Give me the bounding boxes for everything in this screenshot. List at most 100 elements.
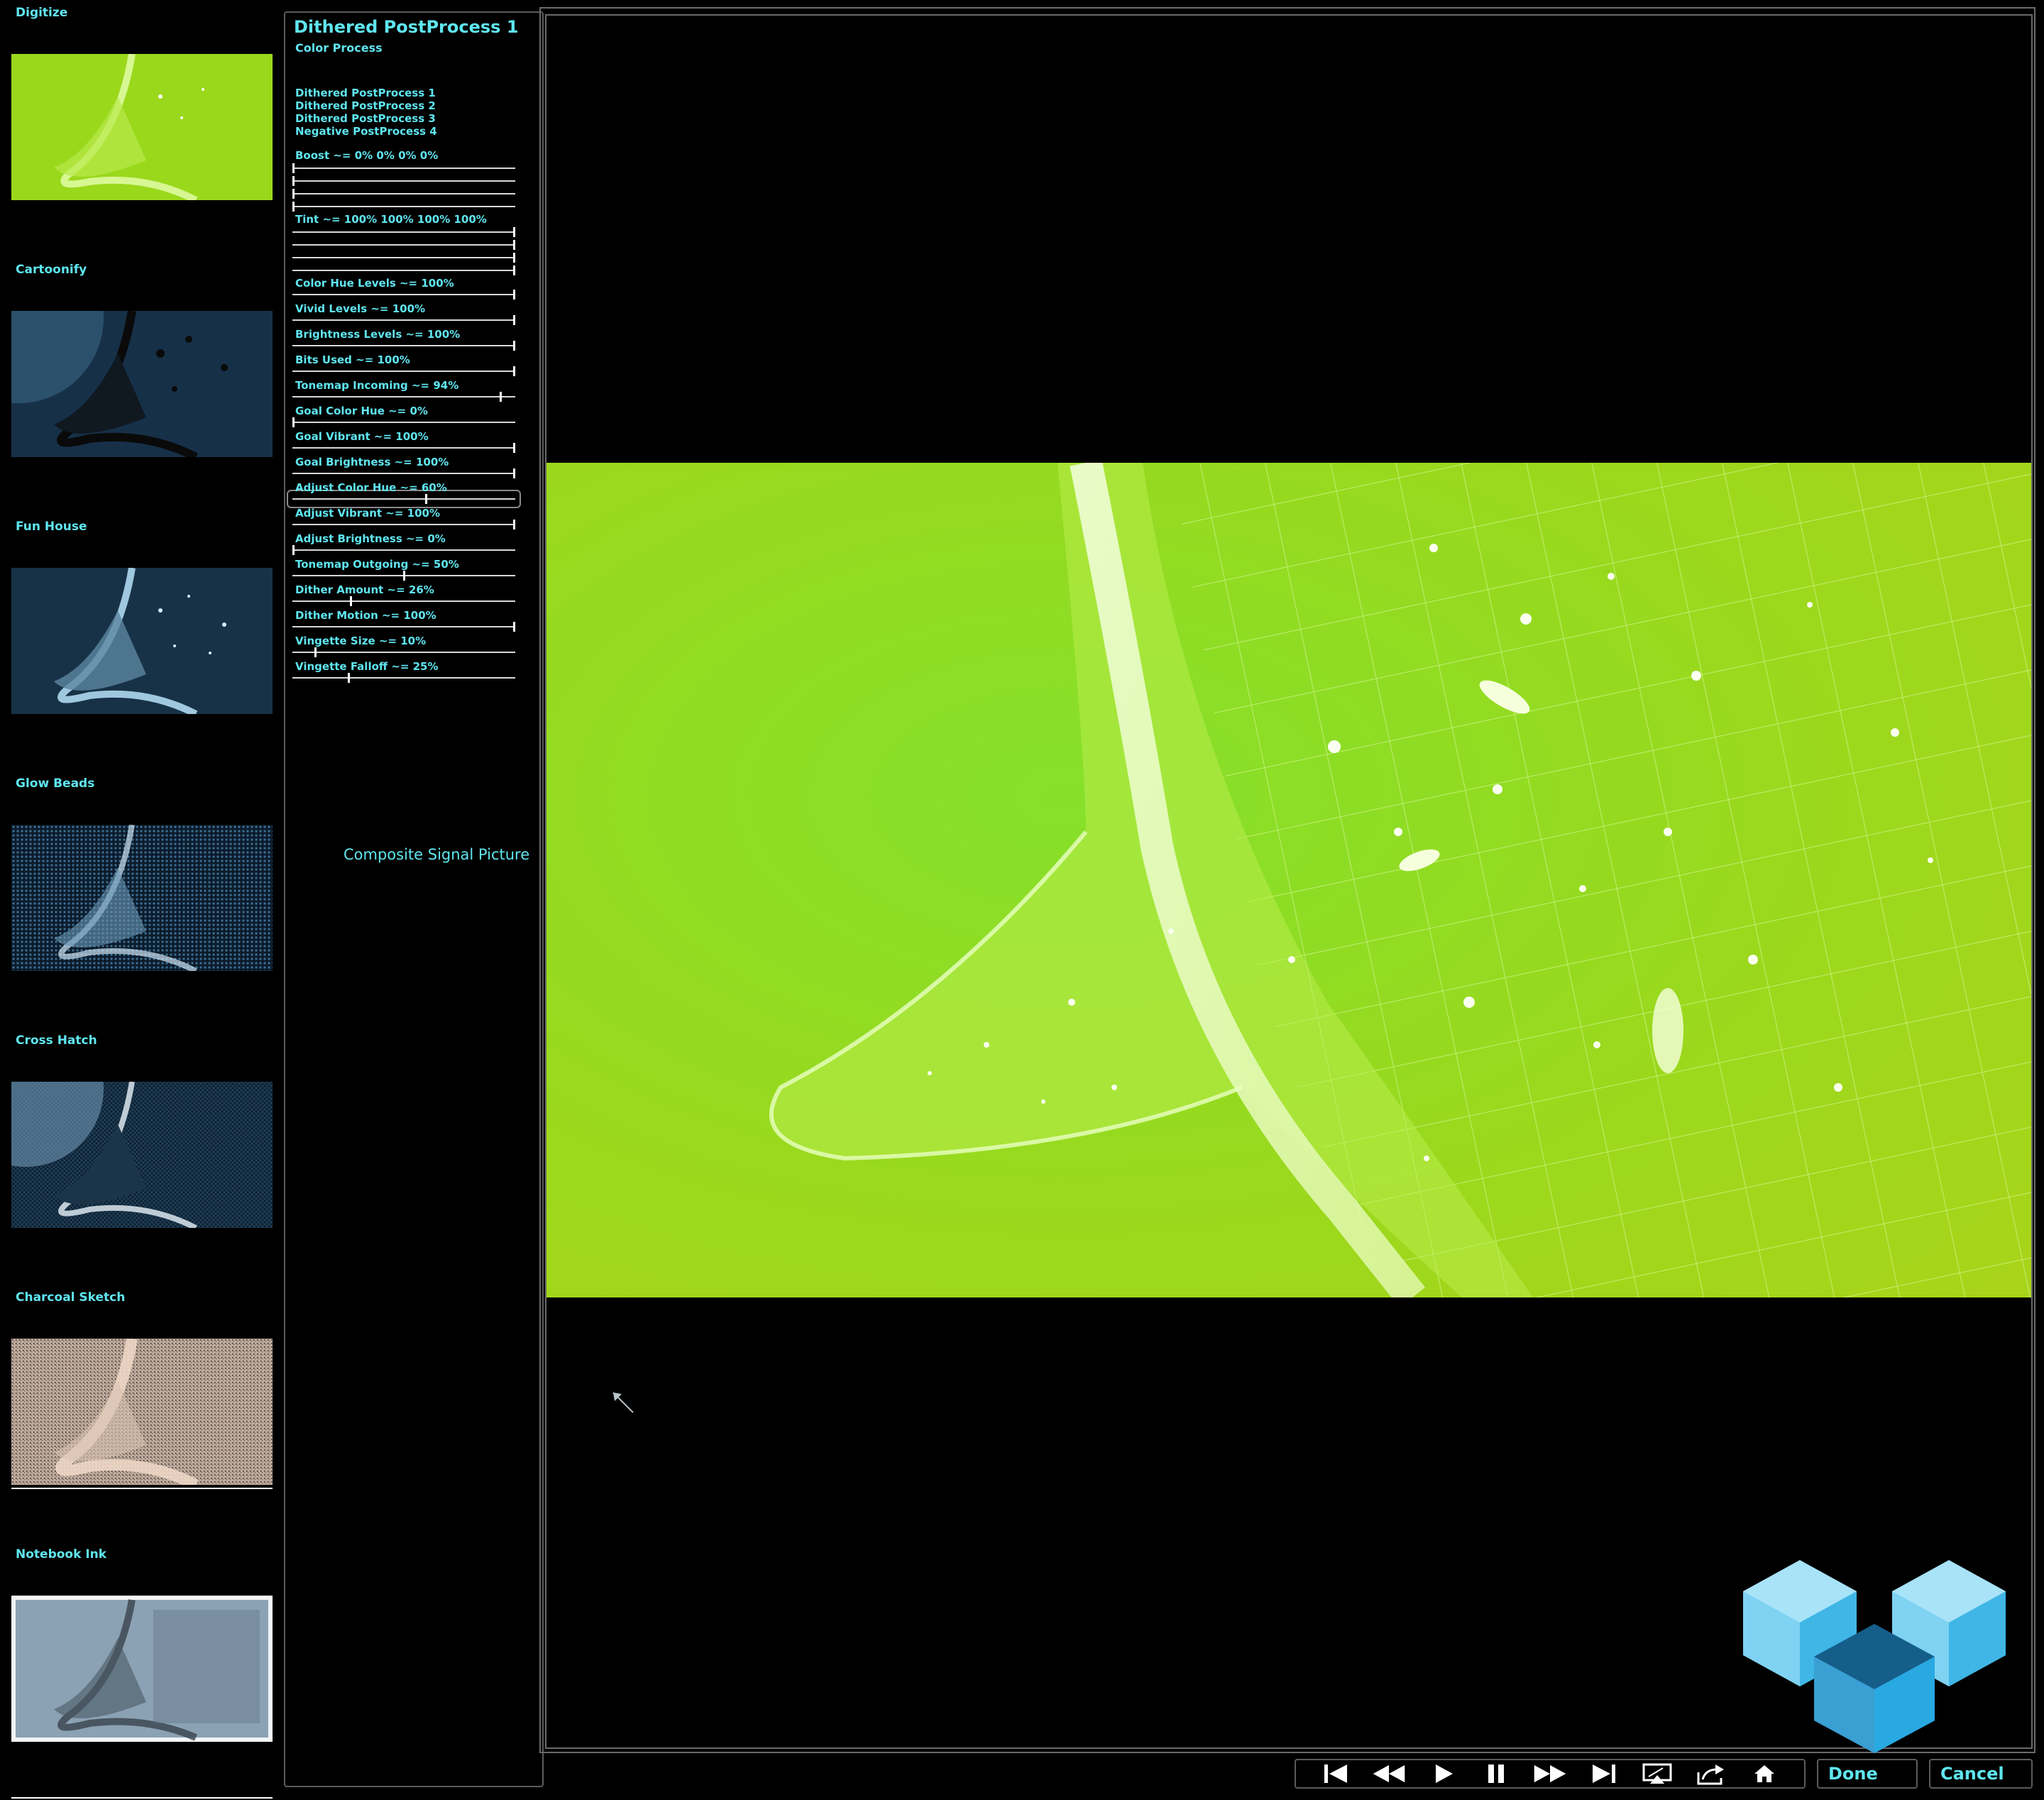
thumb-glow-beads[interactable]: [11, 825, 273, 971]
thumb-cross-hatch[interactable]: [11, 1082, 273, 1228]
boost-slider[interactable]: [292, 202, 515, 212]
preset-item[interactable]: Negative PostProcess 4: [295, 125, 437, 138]
value-slider[interactable]: [292, 494, 515, 504]
slider-label: Dither Amount ~= 26%: [295, 583, 434, 596]
slider-knob[interactable]: [348, 673, 350, 683]
value-slider[interactable]: [292, 520, 515, 529]
thumb-separator: [11, 1797, 273, 1799]
thumb-label-cartoonify: Cartoonify: [16, 263, 87, 277]
slider-knob[interactable]: [513, 520, 515, 529]
rewind-icon[interactable]: [1370, 1761, 1407, 1787]
slider-knob[interactable]: [513, 315, 515, 325]
boost-slider[interactable]: [292, 189, 515, 199]
thumb-label-cross-hatch: Cross Hatch: [16, 1033, 97, 1048]
composite-signal-label: Composite Signal Picture: [344, 846, 530, 863]
tint-slider[interactable]: [292, 227, 515, 237]
slider-label: Tonemap Incoming ~= 94%: [295, 379, 459, 392]
skip-end-icon[interactable]: [1586, 1761, 1622, 1787]
boost-slider[interactable]: [292, 176, 515, 186]
slider-knob[interactable]: [292, 417, 295, 427]
tint-slider[interactable]: [292, 240, 515, 250]
slider-label: Tonemap Outgoing ~= 50%: [295, 558, 459, 571]
share-icon[interactable]: [1693, 1761, 1730, 1787]
slider-label: Adjust Vibrant ~= 100%: [295, 507, 441, 520]
value-slider[interactable]: [292, 392, 515, 402]
slider-knob[interactable]: [314, 647, 317, 657]
slider-knob[interactable]: [292, 176, 295, 186]
slider-knob[interactable]: [292, 545, 295, 555]
mouse-cursor-icon: [612, 1391, 637, 1420]
skip-start-icon[interactable]: [1317, 1761, 1354, 1787]
preset-item[interactable]: Dithered PostProcess 3: [295, 112, 436, 125]
thumb-notebook-ink[interactable]: [11, 1596, 273, 1742]
tint-slider[interactable]: [292, 253, 515, 263]
value-slider[interactable]: [292, 545, 515, 555]
slider-label: Goal Brightness ~= 100%: [295, 456, 449, 468]
pause-icon[interactable]: [1478, 1761, 1515, 1787]
value-slider[interactable]: [292, 290, 515, 300]
value-slider[interactable]: [292, 341, 515, 351]
slider-knob[interactable]: [513, 290, 515, 300]
value-slider[interactable]: [292, 315, 515, 325]
slider-knob[interactable]: [425, 494, 427, 504]
thumb-charcoal-sketch[interactable]: [11, 1339, 273, 1485]
value-slider[interactable]: [292, 596, 515, 606]
play-icon[interactable]: [1424, 1761, 1461, 1787]
value-slider[interactable]: [292, 443, 515, 453]
preset-item[interactable]: Dithered PostProcess 1: [295, 87, 436, 99]
thumb-separator: [11, 1488, 273, 1489]
value-slider[interactable]: [292, 622, 515, 632]
fast-forward-icon[interactable]: [1532, 1761, 1568, 1787]
slider-label: Goal Vibrant ~= 100%: [295, 430, 429, 443]
panel-title: Dithered PostProcess 1: [294, 17, 519, 37]
slider-label: Color Hue Levels ~= 100%: [295, 277, 454, 290]
slider-knob[interactable]: [513, 253, 515, 263]
slider-knob[interactable]: [403, 571, 405, 581]
value-slider[interactable]: [292, 366, 515, 376]
value-slider[interactable]: [292, 647, 515, 657]
thumb-cartoonify[interactable]: [11, 311, 273, 457]
slider-knob[interactable]: [513, 240, 515, 250]
transport-controls: [1295, 1759, 1806, 1789]
value-slider[interactable]: [292, 417, 515, 427]
settings-panel: Dithered PostProcess 1 Color Process Dit…: [284, 11, 544, 1787]
tint-slider[interactable]: [292, 265, 515, 275]
preset-item[interactable]: Dithered PostProcess 2: [295, 99, 436, 112]
thumb-label-digitize: Digitize: [16, 6, 68, 20]
slider-knob[interactable]: [513, 265, 515, 275]
done-button[interactable]: Done: [1817, 1759, 1918, 1789]
thumb-fun-house[interactable]: [11, 568, 273, 714]
airplay-icon[interactable]: [1639, 1761, 1676, 1787]
value-slider[interactable]: [292, 673, 515, 683]
slider-label: Vivid Levels ~= 100%: [295, 302, 426, 315]
slider-knob[interactable]: [513, 468, 515, 478]
slider-knob[interactable]: [513, 227, 515, 237]
boost-label: Boost ~= 0% 0% 0% 0%: [295, 149, 439, 162]
home-icon[interactable]: [1746, 1761, 1783, 1787]
tint-label: Tint ~= 100% 100% 100% 100%: [295, 213, 487, 226]
slider-knob[interactable]: [513, 443, 515, 453]
thumb-digitize[interactable]: [11, 54, 273, 200]
app-logo: [1736, 1556, 2013, 1755]
slider-knob[interactable]: [513, 341, 515, 351]
slider-knob[interactable]: [500, 392, 502, 402]
slider-label: Vingette Falloff ~= 25%: [295, 660, 439, 673]
thumb-label-fun-house: Fun House: [16, 520, 87, 534]
value-slider[interactable]: [292, 468, 515, 478]
thumb-label-notebook-ink: Notebook Ink: [16, 1547, 107, 1562]
boost-slider[interactable]: [292, 163, 515, 173]
slider-label: Adjust Brightness ~= 0%: [295, 532, 446, 545]
slider-knob[interactable]: [513, 366, 515, 376]
cancel-button[interactable]: Cancel: [1929, 1759, 2033, 1789]
slider-knob[interactable]: [513, 622, 515, 632]
slider-knob[interactable]: [292, 189, 295, 199]
slider-knob[interactable]: [350, 596, 352, 606]
slider-label: Bits Used ~= 100%: [295, 353, 410, 366]
effect-thumbnail-list: Digitize Cartoonify Fun House Glow Beads…: [0, 0, 281, 1800]
slider-label: Goal Color Hue ~= 0%: [295, 405, 428, 417]
thumb-label-glow-beads: Glow Beads: [16, 776, 95, 791]
slider-knob[interactable]: [292, 202, 295, 212]
slider-knob[interactable]: [292, 163, 295, 173]
slider-label: Vingette Size ~= 10%: [295, 635, 427, 647]
value-slider[interactable]: [292, 571, 515, 581]
